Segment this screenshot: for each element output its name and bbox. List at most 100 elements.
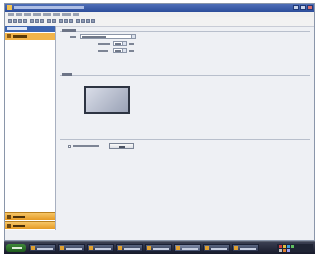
height-spinner-icon[interactable] [122, 49, 126, 52]
task-app-icon [89, 246, 93, 250]
sidebar-item-label [13, 35, 27, 38]
navigation-panel [5, 26, 56, 230]
width-spinner-icon[interactable] [122, 42, 126, 45]
title-bar[interactable] [5, 4, 314, 12]
task-label [124, 248, 140, 250]
task-app-icon [234, 246, 238, 250]
height-field-value [115, 50, 121, 52]
taskbar-item-active[interactable] [174, 244, 201, 252]
tray-icon[interactable] [287, 245, 290, 248]
tray-icon[interactable] [279, 249, 282, 252]
type-select[interactable] [80, 34, 136, 39]
window-title [14, 6, 84, 9]
sidebar-button-2-label [13, 225, 25, 227]
sidebar-item-selected[interactable] [5, 33, 55, 40]
taskbar-item[interactable] [29, 244, 56, 252]
checkbox-label [73, 145, 99, 147]
tray-icon[interactable] [279, 245, 282, 248]
copy-icon[interactable] [35, 19, 39, 23]
toolbar-extra-1-icon[interactable] [76, 19, 80, 23]
type-select-value [82, 36, 106, 38]
task-app-icon [31, 246, 35, 250]
sidebar-button-1-label [13, 216, 25, 218]
width-label [98, 43, 110, 45]
menu-item-window[interactable] [62, 13, 71, 16]
menu-item-tools[interactable] [53, 13, 60, 16]
task-label [182, 248, 198, 250]
system-tray [277, 244, 313, 252]
task-label [240, 248, 256, 250]
menu-item-edit[interactable] [16, 13, 22, 16]
taskbar-item[interactable] [203, 244, 230, 252]
apply-all-checkbox[interactable] [68, 145, 71, 148]
height-field[interactable] [113, 48, 127, 53]
task-app-icon [147, 246, 151, 250]
menu-item-insert[interactable] [33, 13, 41, 16]
help-icon[interactable] [69, 19, 73, 23]
page-preview [84, 86, 130, 114]
paste-icon[interactable] [40, 19, 44, 23]
task-label [153, 248, 169, 250]
start-button-label [12, 247, 22, 249]
tray-icon[interactable] [291, 245, 294, 248]
taskbar-item[interactable] [116, 244, 143, 252]
width-field[interactable] [113, 41, 127, 46]
toolbar-extra-3-icon[interactable] [86, 19, 90, 23]
chevron-down-icon[interactable] [131, 35, 135, 38]
width-unit [129, 43, 134, 45]
new-icon[interactable] [8, 19, 12, 23]
task-app-icon [118, 246, 122, 250]
maximize-button[interactable] [300, 5, 306, 10]
taskbar-item[interactable] [145, 244, 172, 252]
task-app-icon [60, 246, 64, 250]
type-label [70, 36, 76, 38]
toolbar-extra-4-icon[interactable] [91, 19, 95, 23]
tray-icon[interactable] [283, 245, 286, 248]
open-icon[interactable] [13, 19, 17, 23]
settings-content [58, 27, 314, 227]
minimize-button[interactable] [293, 5, 299, 10]
tray-icon[interactable] [283, 249, 286, 252]
sidebar-button-1[interactable] [5, 212, 55, 220]
height-unit [129, 50, 134, 52]
task-label [95, 248, 111, 250]
start-button[interactable] [6, 244, 26, 252]
panel-header [5, 26, 55, 32]
save-icon[interactable] [18, 19, 22, 23]
sidebar-button-2[interactable] [5, 221, 55, 229]
panel-header-title [7, 27, 27, 30]
height-label [98, 50, 108, 52]
page-setup-icon [7, 34, 11, 38]
menu-item-help[interactable] [73, 13, 79, 16]
taskbar-item[interactable] [58, 244, 85, 252]
tray-icon[interactable] [287, 249, 290, 252]
apply-button-label [119, 146, 125, 148]
app-icon [7, 5, 12, 10]
cut-icon[interactable] [30, 19, 34, 23]
sidebar-button-2-icon [7, 224, 11, 228]
redo-icon[interactable] [52, 19, 56, 23]
sidebar-button-1-icon [7, 215, 11, 219]
find-icon[interactable] [59, 19, 63, 23]
apply-button[interactable] [109, 143, 134, 149]
toolbar-extra-2-icon[interactable] [81, 19, 85, 23]
page-size-section-title [62, 29, 76, 32]
preview-section-title [62, 73, 72, 76]
print-icon[interactable] [23, 19, 27, 23]
menu-item-format[interactable] [43, 13, 51, 16]
task-app-icon [176, 246, 180, 250]
task-label [66, 248, 82, 250]
application-window [4, 3, 315, 241]
close-button[interactable] [307, 5, 313, 10]
menu-item-view[interactable] [24, 13, 31, 16]
taskbar-item[interactable] [87, 244, 114, 252]
undo-icon[interactable] [47, 19, 51, 23]
taskbar [4, 241, 315, 254]
zoom-icon[interactable] [64, 19, 68, 23]
task-label [37, 248, 53, 250]
width-field-value [115, 43, 121, 45]
task-label [211, 248, 227, 250]
menu-item-file[interactable] [8, 13, 14, 16]
taskbar-item[interactable] [232, 244, 259, 252]
task-app-icon [205, 246, 209, 250]
